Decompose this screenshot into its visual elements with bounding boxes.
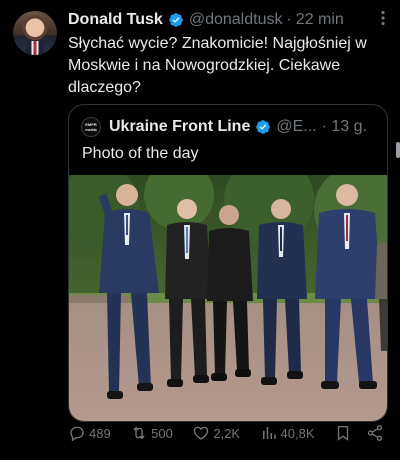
tweet-actions: 489 500 2,2K 40,8K bbox=[68, 422, 384, 444]
actions-right bbox=[334, 424, 384, 442]
tweet-time[interactable]: 22 min bbox=[296, 11, 344, 29]
photo-illustration bbox=[69, 175, 387, 421]
views-icon bbox=[262, 427, 276, 439]
tweet-header: Donald Tusk @donaldtusk · 22 min bbox=[68, 9, 390, 31]
quoted-photo[interactable] bbox=[69, 175, 387, 421]
avatar-shirt bbox=[26, 41, 44, 55]
like-icon bbox=[194, 426, 209, 440]
repost-icon bbox=[133, 426, 145, 440]
tweet-text: Słychać wycie? Znakomicie! Najgłośniej w… bbox=[68, 35, 367, 96]
author-name[interactable]: Donald Tusk bbox=[68, 11, 163, 29]
quoted-tweet[interactable]: EMPR media Ukraine Front Line @E... · 13… bbox=[68, 104, 388, 422]
quoted-author-handle[interactable]: @E... bbox=[276, 118, 316, 136]
quoted-tweet-header: EMPR media Ukraine Front Line @E... · 13… bbox=[81, 117, 379, 137]
quoted-tweet-text: Photo of the day bbox=[82, 145, 199, 162]
tweet[interactable]: Donald Tusk @donaldtusk · 22 min Słychać… bbox=[0, 0, 400, 460]
quoted-author-avatar[interactable]: EMPR media bbox=[81, 117, 101, 137]
logo-text-bottom: media bbox=[85, 127, 97, 132]
reply-count: 489 bbox=[89, 425, 111, 441]
reply-button[interactable]: 489 bbox=[68, 424, 111, 442]
bookmark-icon[interactable] bbox=[334, 424, 352, 442]
author-handle[interactable]: @donaldtusk bbox=[189, 11, 283, 29]
author-avatar[interactable] bbox=[13, 11, 57, 55]
like-button[interactable]: 2,2K bbox=[192, 424, 240, 442]
quoted-tweet-time[interactable]: · 13 g. bbox=[322, 118, 367, 136]
repost-button[interactable]: 500 bbox=[130, 424, 173, 442]
verified-icon bbox=[168, 13, 183, 27]
like-count: 2,2K bbox=[213, 425, 241, 441]
repost-count: 500 bbox=[151, 425, 173, 441]
verified-icon bbox=[256, 120, 271, 134]
more-icon[interactable] bbox=[376, 10, 390, 26]
scrollbar-thumb[interactable] bbox=[396, 142, 400, 158]
quoted-author-name[interactable]: Ukraine Front Line bbox=[109, 118, 250, 136]
share-icon[interactable] bbox=[366, 424, 384, 442]
views-button[interactable]: 40,8K bbox=[260, 424, 315, 442]
header-separator: · bbox=[286, 11, 292, 28]
views-count: 40,8K bbox=[280, 425, 315, 441]
reply-icon bbox=[70, 426, 84, 442]
